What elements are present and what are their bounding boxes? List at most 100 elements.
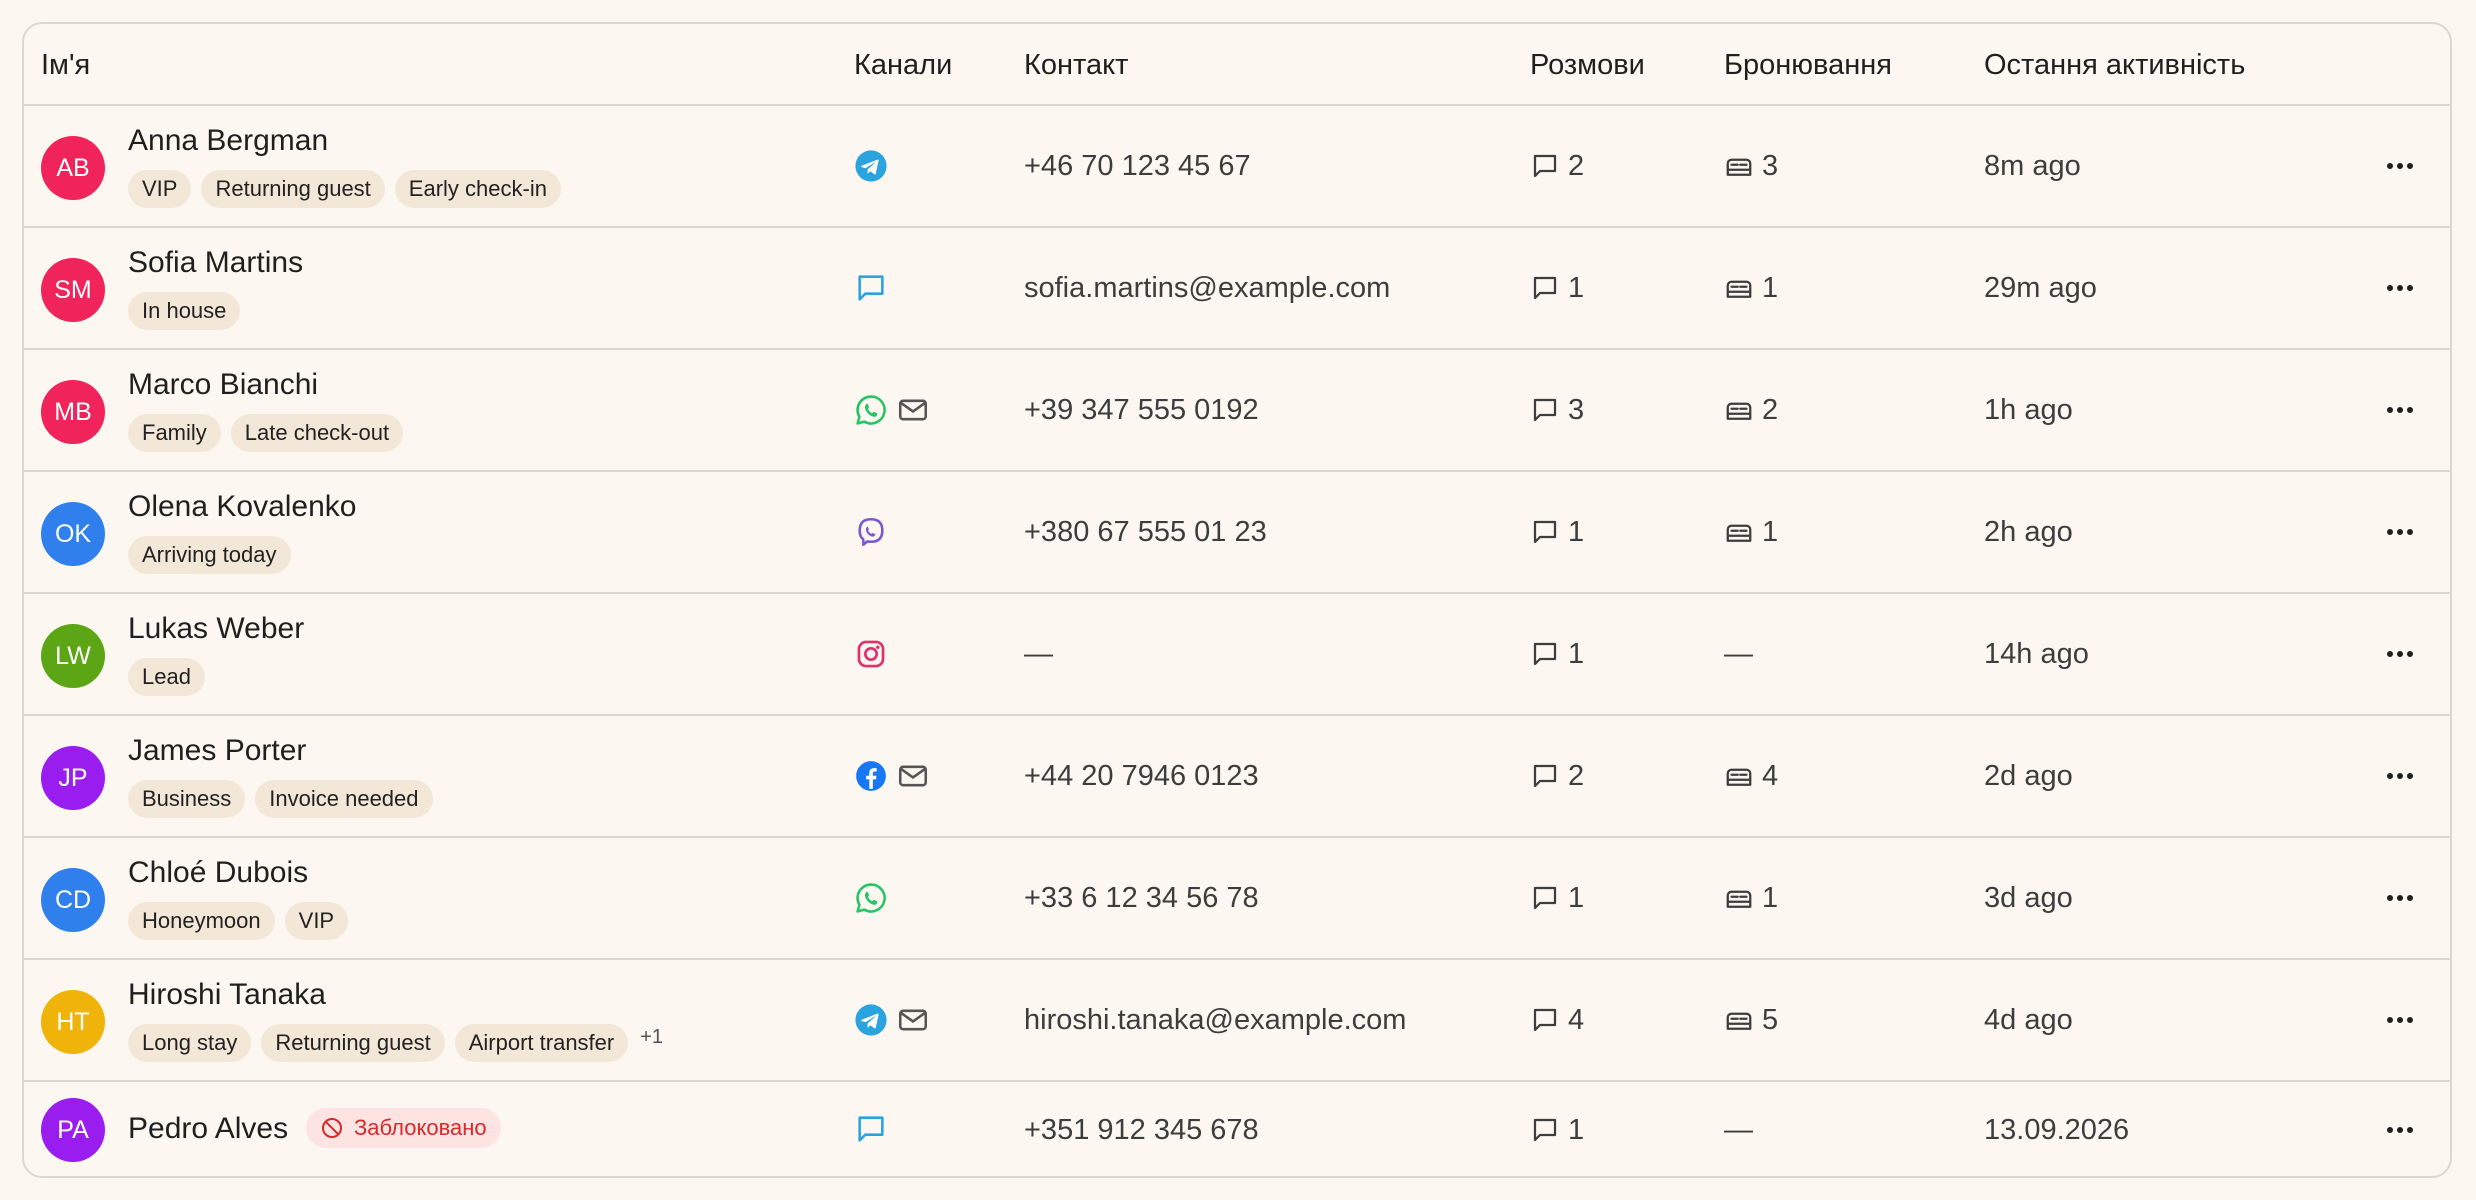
bed-icon: [1726, 524, 1752, 542]
header-channels[interactable]: Канали: [854, 24, 952, 106]
more-horizontal-icon: [2387, 407, 2413, 413]
contact-value: hiroshi.tanaka@example.com: [1024, 1004, 1407, 1036]
table-row[interactable]: AB Anna Bergman VIP Returning guest Earl…: [24, 106, 2450, 228]
message-icon: [1533, 520, 1557, 544]
header-last-activity[interactable]: Остання активність: [1984, 24, 2245, 106]
message-icon: [1533, 764, 1557, 788]
blocked-badge: Заблоковано: [306, 1108, 501, 1148]
conversations-count: 3: [1530, 350, 1584, 470]
channel-list: [854, 393, 930, 427]
more-horizontal-icon: [2387, 285, 2413, 291]
tag-list: VIP Returning guest Early check-in: [128, 170, 561, 208]
header-conversations[interactable]: Розмови: [1530, 24, 1645, 106]
table-row[interactable]: MB Marco Bianchi Family Late check-out +…: [24, 350, 2450, 472]
bookings-count: —: [1724, 1113, 1753, 1146]
avatar: SM: [41, 258, 105, 322]
conversations-count: 1: [1530, 838, 1584, 958]
chat-icon: [858, 275, 884, 301]
avatar: HT: [41, 990, 105, 1054]
guest-name[interactable]: Chloé Dubois: [128, 856, 308, 890]
header-bookings[interactable]: Бронювання: [1724, 24, 1892, 106]
last-activity: 3d ago: [1984, 882, 2073, 914]
guest-name[interactable]: James Porter: [128, 734, 306, 768]
telegram-icon: [855, 150, 887, 182]
contact-value: +46 70 123 45 67: [1024, 150, 1251, 182]
guest-name[interactable]: Marco Bianchi: [128, 368, 318, 402]
channel-list: [854, 637, 888, 671]
row-actions-button[interactable]: [2382, 1112, 2418, 1148]
guest-name[interactable]: Lukas Weber: [128, 612, 304, 646]
table-row[interactable]: HT Hiroshi Tanaka Long stay Returning gu…: [24, 960, 2450, 1082]
facebook-icon: [856, 761, 886, 791]
table-row[interactable]: SM Sofia Martins In house sofia.martins@…: [24, 228, 2450, 350]
tag: Arriving today: [128, 536, 291, 574]
last-activity: 2d ago: [1984, 760, 2073, 792]
avatar: CD: [41, 868, 105, 932]
avatar: JP: [41, 746, 105, 810]
table-row[interactable]: OK Olena Kovalenko Arriving today +380 6…: [24, 472, 2450, 594]
instagram-icon: [857, 640, 885, 668]
contact-value: +39 347 555 0192: [1024, 394, 1259, 426]
guest-name[interactable]: Olena Kovalenko: [128, 490, 357, 524]
more-horizontal-icon: [2387, 1127, 2413, 1133]
table-row[interactable]: LW Lukas Weber Lead — 1 — 14h ago: [24, 594, 2450, 716]
conversations-count: 1: [1530, 594, 1584, 714]
row-actions-button[interactable]: [2382, 392, 2418, 428]
bookings-count: 1: [1724, 472, 1778, 592]
more-horizontal-icon: [2387, 529, 2413, 535]
channel-list: [854, 149, 888, 183]
bed-icon: [1726, 158, 1752, 176]
row-actions-button[interactable]: [2382, 270, 2418, 306]
telegram-icon: [855, 1004, 887, 1036]
conversations-count: 2: [1530, 716, 1584, 836]
guest-name[interactable]: Pedro Alves: [128, 1112, 288, 1146]
message-icon: [1533, 886, 1557, 910]
message-icon: [1533, 276, 1557, 300]
bookings-count: 1: [1724, 838, 1778, 958]
bed-icon: [1726, 280, 1752, 298]
bookings-count: 2: [1724, 350, 1778, 470]
row-actions-button[interactable]: [2382, 758, 2418, 794]
header-name[interactable]: Ім'я: [41, 24, 90, 106]
bookings-count: —: [1724, 637, 1753, 670]
more-horizontal-icon: [2387, 895, 2413, 901]
conversations-count: 1: [1530, 1082, 1584, 1176]
mail-icon: [898, 399, 928, 421]
tag-list: Honeymoon VIP: [128, 902, 349, 940]
table-row[interactable]: JP James Porter Business Invoice needed …: [24, 716, 2450, 838]
guests-table: Ім'я Канали Контакт Розмови Бронювання О…: [22, 22, 2452, 1178]
tag-list: Family Late check-out: [128, 414, 404, 452]
tag: Invoice needed: [255, 780, 433, 818]
channel-list: [854, 1003, 930, 1037]
bookings-count: 3: [1724, 106, 1778, 226]
header-contact[interactable]: Контакт: [1024, 24, 1128, 106]
row-actions-button[interactable]: [2382, 1002, 2418, 1038]
more-horizontal-icon: [2387, 163, 2413, 169]
table-row[interactable]: PA Pedro Alves Заблоковано +351 912 345 …: [24, 1082, 2450, 1176]
conversations-count: 4: [1530, 960, 1584, 1080]
tag: Returning guest: [201, 170, 385, 208]
row-actions-button[interactable]: [2382, 148, 2418, 184]
row-actions-button[interactable]: [2382, 636, 2418, 672]
contact-value: sofia.martins@example.com: [1024, 272, 1391, 304]
more-tags-count[interactable]: +1: [640, 1026, 663, 1049]
contact-value: —: [1024, 638, 1053, 670]
channel-list: [854, 515, 888, 549]
last-activity: 1h ago: [1984, 394, 2073, 426]
contact-value: +33 6 12 34 56 78: [1024, 882, 1259, 914]
last-activity: 13.09.2026: [1984, 1114, 2130, 1146]
mail-icon: [898, 765, 928, 787]
tag: Returning guest: [261, 1024, 445, 1062]
conversations-count: 2: [1530, 106, 1584, 226]
tag: VIP: [128, 170, 192, 208]
chat-icon: [858, 1116, 884, 1142]
channel-list: [854, 271, 888, 305]
guest-name[interactable]: Hiroshi Tanaka: [128, 978, 326, 1012]
table-row[interactable]: CD Chloé Dubois Honeymoon VIP +33 6 12 3…: [24, 838, 2450, 960]
row-actions-button[interactable]: [2382, 514, 2418, 550]
row-actions-button[interactable]: [2382, 880, 2418, 916]
guest-name[interactable]: Sofia Martins: [128, 246, 303, 280]
guest-name[interactable]: Anna Bergman: [128, 124, 328, 158]
tag-list: Long stay Returning guest Airport transf…: [128, 1024, 663, 1062]
last-activity: 14h ago: [1984, 638, 2089, 670]
